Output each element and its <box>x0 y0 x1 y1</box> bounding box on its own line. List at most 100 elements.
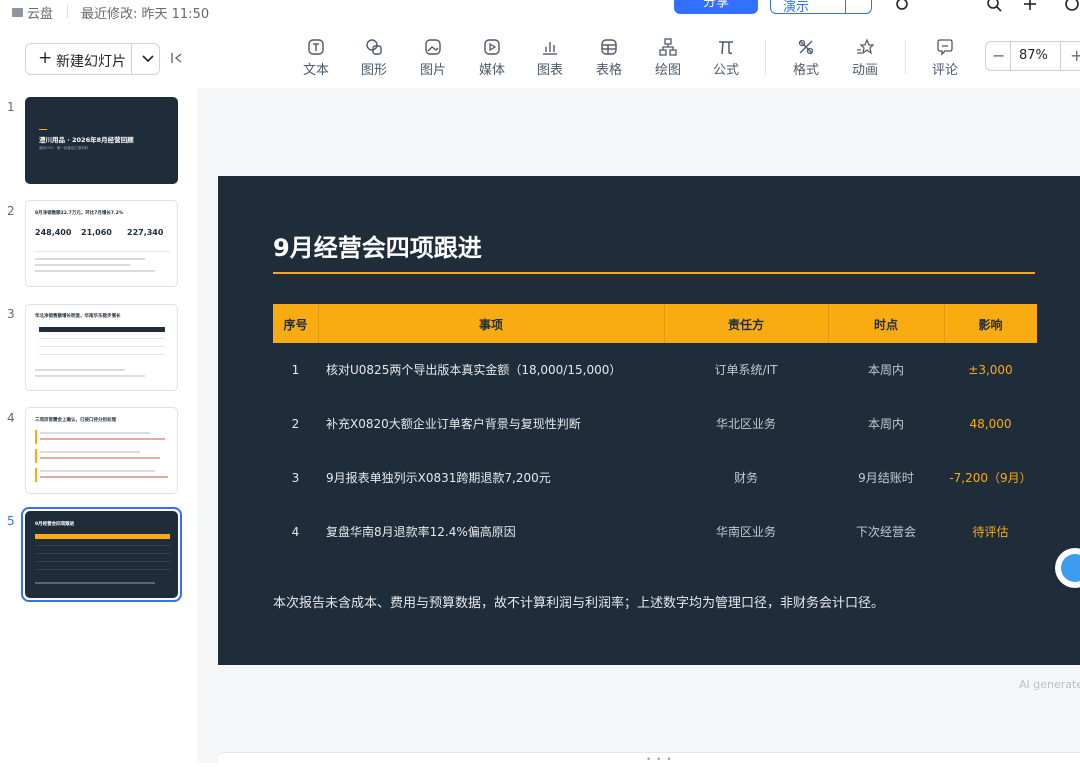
title-underline <box>273 272 1035 274</box>
breadcrumb[interactable]: 云盘 <box>12 3 53 22</box>
text-icon <box>308 39 324 55</box>
formula-icon <box>719 41 733 55</box>
tool-label: 评论 <box>931 63 958 78</box>
drag-handle-icon[interactable]: • • • <box>646 755 673 765</box>
tool-image[interactable]: 图片 <box>413 38 453 78</box>
cell-impact: ±3,000 <box>968 363 1013 377</box>
tool-label: 格式 <box>792 63 819 78</box>
cell-time: 下次经营会 <box>855 525 916 539</box>
cell-impact: 48,000 <box>969 417 1012 431</box>
breadcrumb-location[interactable]: 云盘 <box>27 3 53 22</box>
assistant-icon <box>1061 554 1080 582</box>
slide-title[interactable]: 9月经营会四项跟进 <box>273 228 482 263</box>
history-icon[interactable] <box>1064 0 1080 12</box>
table-row[interactable]: 2 补充X0820大额企业订单客户背景与复现性判断 华北区业务 本周内 48,0… <box>273 397 1037 451</box>
tool-media[interactable]: 媒体 <box>472 38 512 78</box>
tool-text[interactable]: 文本 <box>296 38 336 78</box>
diagram-icon <box>659 38 677 56</box>
tool-label: 图片 <box>419 63 446 78</box>
tool-format[interactable]: 格式 <box>786 38 826 78</box>
table-row[interactable]: 3 9月报表单独列示X0831跨期退款7,200元 财务 9月结账时 -7,20… <box>273 451 1037 505</box>
present-button-label: 演示 <box>783 0 810 15</box>
column-header: 事项 <box>478 318 503 332</box>
divider <box>1010 42 1011 70</box>
cell-item: 补充X0820大额企业订单客户背景与复现性判断 <box>326 417 581 431</box>
format-icon <box>798 39 814 55</box>
animation-icon <box>857 38 874 55</box>
ai-generated-label: AI generated <box>1019 678 1080 691</box>
search-icon[interactable] <box>986 0 1002 12</box>
column-header: 序号 <box>283 318 308 332</box>
toolbar-divider <box>905 40 906 74</box>
cell-impact: -7,200（9月） <box>949 471 1032 485</box>
share-button-label: 分享 <box>702 0 729 10</box>
text-line <box>35 369 125 371</box>
divider <box>1060 42 1061 70</box>
plus-icon: + <box>38 48 53 68</box>
cell-item: 9月报表单独列示X0831跨期退款7,200元 <box>326 471 551 485</box>
table-header[interactable]: 序号 事项 责任方 时点 影响 <box>273 304 1037 343</box>
new-slide-button[interactable]: + 新建幻灯片 <box>25 43 160 75</box>
tool-shape[interactable]: 图形 <box>354 38 394 78</box>
text-line <box>35 270 155 272</box>
cell-owner: 华北区业务 <box>715 417 776 431</box>
table-row[interactable]: 4 复盘华南8月退款率12.4%偏高原因 华南区业务 下次经营会 待评估 <box>273 505 1037 559</box>
table-row <box>39 346 165 347</box>
accent-line <box>39 129 47 130</box>
text-line <box>40 451 140 453</box>
table-row[interactable]: 1 核对U0825两个导出版本真实金额（18,000/15,000） 订单系统/… <box>273 343 1037 397</box>
top-bar: 云盘 最近修改: 昨天 11:50 分享 演示 <box>0 0 1080 24</box>
tool-table[interactable]: 表格 <box>589 38 629 78</box>
thumbnail-title: 9月经营会四项跟进 <box>35 522 75 527</box>
divider <box>35 251 170 252</box>
tool-chart[interactable]: 图表 <box>530 38 570 78</box>
tool-diagram[interactable]: 绘图 <box>648 38 688 78</box>
tool-comment[interactable]: 评论 <box>925 38 965 78</box>
chart-icon <box>543 42 557 55</box>
share-button[interactable]: 分享 <box>674 0 758 14</box>
zoom-level[interactable]: 87% <box>1019 48 1048 63</box>
thumbnail-kpi: 227,340 <box>127 228 164 237</box>
thumbnail-title: 华北净销售额增长明显，华南华东稳步增长 <box>35 314 121 319</box>
tool-label: 绘图 <box>654 63 681 78</box>
table-row <box>35 561 170 562</box>
collapse-panel-icon[interactable] <box>170 51 184 65</box>
accent-bar <box>35 430 37 444</box>
slide-thumbnail-1[interactable]: 澄川用品 · 2026年8月经营回顾 面向CEO · 周一经营会汇报材料 <box>25 97 178 184</box>
slide-panel: + 新建幻灯片 1 澄川用品 · 2026年8月经营回顾 面向CEO · 周一经… <box>0 24 197 763</box>
table-row <box>35 545 170 546</box>
cell-impact: 待评估 <box>972 525 1009 539</box>
column-header: 影响 <box>978 318 1003 332</box>
settings-icon[interactable] <box>894 0 910 12</box>
slide-thumbnail-3[interactable]: 华北净销售额增长明显，华南华东稳步增长 <box>25 304 178 391</box>
thumbnail-title: 三项异常需会上确认，已按口径分别处理 <box>35 418 116 423</box>
present-button[interactable]: 演示 <box>770 0 872 15</box>
text-line <box>35 375 145 377</box>
slide-thumbnail-5[interactable]: 9月经营会四项跟进 <box>25 511 178 598</box>
table-row <box>39 354 165 355</box>
slide-number: 1 <box>7 100 15 114</box>
slide-thumbnail-4[interactable]: 三项异常需会上确认，已按口径分别处理 <box>25 407 178 494</box>
slide[interactable]: 9月经营会四项跟进 序号 事项 责任方 时点 影响 1 核对U0825两个导出版… <box>218 176 1080 665</box>
thumbnail-kpi: 21,060 <box>81 228 112 237</box>
zoom-out-button[interactable]: − <box>992 46 1005 65</box>
add-icon[interactable] <box>1022 0 1038 12</box>
cell-number: 4 <box>291 525 300 539</box>
tool-label: 公式 <box>712 63 739 78</box>
speaker-notes-handle[interactable]: • • • <box>218 752 1080 772</box>
text-line <box>40 432 150 434</box>
slide-number: 2 <box>7 204 15 218</box>
divider <box>67 4 68 18</box>
column-header: 责任方 <box>727 318 764 332</box>
slide-footnote[interactable]: 本次报告未含成本、费用与预算数据，故不计算利润与利润率；上述数字均为管理口径，非… <box>273 592 884 611</box>
slide-thumbnail-2[interactable]: 8月净销售额22.7万元，环比7月增长7.2% 248,400 21,060 2… <box>25 200 178 287</box>
chevron-down-icon[interactable] <box>139 49 157 67</box>
cell-owner: 订单系统/IT <box>714 363 778 377</box>
text-line <box>40 457 160 459</box>
tool-animation[interactable]: 动画 <box>845 38 885 78</box>
tool-formula[interactable]: 公式 <box>706 38 746 78</box>
zoom-in-button[interactable]: + <box>1070 46 1080 65</box>
slide-number: 4 <box>7 411 15 425</box>
cell-item: 复盘华南8月退款率12.4%偏高原因 <box>326 525 516 539</box>
comment-icon <box>937 39 953 56</box>
